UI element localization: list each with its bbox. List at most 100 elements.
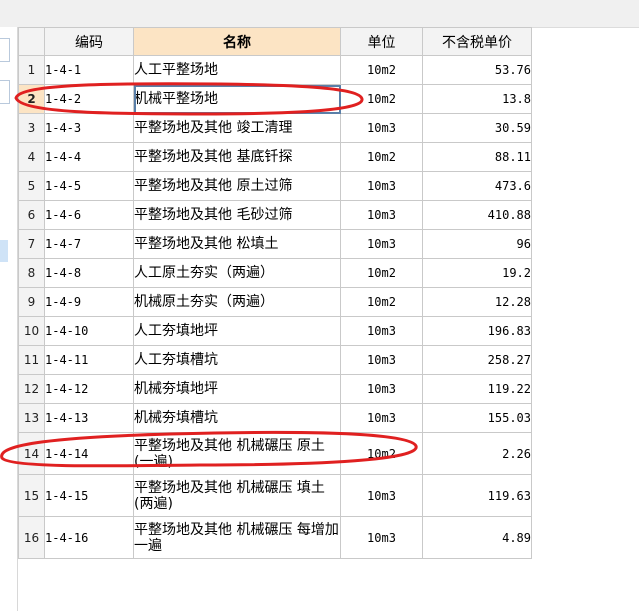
code-cell[interactable]: 1-4-10: [44, 316, 134, 346]
price-cell[interactable]: 473.6: [422, 171, 532, 201]
unit-cell[interactable]: 10m3: [340, 171, 423, 201]
name-cell[interactable]: 平整场地及其他 机械碾压 填土(两遍): [133, 474, 341, 517]
price-cell[interactable]: 96: [422, 229, 532, 259]
code-cell[interactable]: 1-4-12: [44, 374, 134, 404]
name-cell[interactable]: 机械夯填槽坑: [133, 403, 341, 433]
row-number: 16: [18, 516, 45, 559]
table-row[interactable]: 16 1-4-16 平整场地及其他 机械碾压 每增加一遍 10m3 4.89: [18, 516, 532, 559]
name-cell-active[interactable]: 机械平整场地: [133, 84, 341, 114]
name-cell[interactable]: 平整场地及其他 机械碾压 原土(一遍): [133, 432, 341, 475]
name-cell[interactable]: 平整场地及其他 松填土: [133, 229, 341, 259]
code-cell[interactable]: 1-4-9: [44, 287, 134, 317]
row-number: 9: [18, 287, 45, 317]
unit-cell[interactable]: 10m2: [340, 432, 423, 475]
code-cell[interactable]: 1-4-8: [44, 258, 134, 288]
unit-cell[interactable]: 10m2: [340, 287, 423, 317]
name-column-header[interactable]: 名称: [133, 27, 341, 56]
name-cell[interactable]: 机械原土夯实（两遍）: [133, 287, 341, 317]
table-row[interactable]: 8 1-4-8 人工原土夯实（两遍） 10m2 19.2: [18, 258, 532, 288]
table-row[interactable]: 14 1-4-14 平整场地及其他 机械碾压 原土(一遍) 10m2 2.26: [18, 432, 532, 475]
header-row: 编码 名称 单位 不含税单价: [18, 27, 532, 56]
table-row[interactable]: 11 1-4-11 人工夯填槽坑 10m3 258.27: [18, 345, 532, 375]
price-cell[interactable]: 13.8: [422, 84, 532, 114]
price-cell[interactable]: 258.27: [422, 345, 532, 375]
unit-column-header[interactable]: 单位: [340, 27, 423, 56]
table-row-selected[interactable]: 2 1-4-2 机械平整场地 10m2 13.8: [18, 84, 532, 114]
unit-cell[interactable]: 10m3: [340, 403, 423, 433]
price-cell[interactable]: 19.2: [422, 258, 532, 288]
unit-cell[interactable]: 10m3: [340, 229, 423, 259]
price-column-header[interactable]: 不含税单价: [422, 27, 532, 56]
code-cell[interactable]: 1-4-1: [44, 55, 134, 85]
unit-cell[interactable]: 10m2: [340, 258, 423, 288]
unit-cell[interactable]: 10m3: [340, 345, 423, 375]
table-row[interactable]: 12 1-4-12 机械夯填地坪 10m3 119.22: [18, 374, 532, 404]
table-row[interactable]: 6 1-4-6 平整场地及其他 毛砂过筛 10m3 410.88: [18, 200, 532, 230]
left-panel-field[interactable]: [0, 80, 10, 104]
table-row[interactable]: 15 1-4-15 平整场地及其他 机械碾压 填土(两遍) 10m3 119.6…: [18, 474, 532, 517]
price-cell[interactable]: 410.88: [422, 200, 532, 230]
table-row[interactable]: 10 1-4-10 人工夯填地坪 10m3 196.83: [18, 316, 532, 346]
unit-cell[interactable]: 10m2: [340, 142, 423, 172]
price-cell[interactable]: 30.59: [422, 113, 532, 143]
code-cell[interactable]: 1-4-11: [44, 345, 134, 375]
table-row[interactable]: 5 1-4-5 平整场地及其他 原土过筛 10m3 473.6: [18, 171, 532, 201]
name-cell[interactable]: 平整场地及其他 毛砂过筛: [133, 200, 341, 230]
name-cell[interactable]: 人工原土夯实（两遍）: [133, 258, 341, 288]
price-cell[interactable]: 119.63: [422, 474, 532, 517]
code-cell[interactable]: 1-4-14: [44, 432, 134, 475]
row-number: 3: [18, 113, 45, 143]
table-row[interactable]: 7 1-4-7 平整场地及其他 松填土 10m3 96: [18, 229, 532, 259]
quota-table: 编码 名称 单位 不含税单价 1 1-4-1 人工平整场地 10m2 53.76…: [18, 27, 532, 559]
code-cell[interactable]: 1-4-7: [44, 229, 134, 259]
table-row[interactable]: 13 1-4-13 机械夯填槽坑 10m3 155.03: [18, 403, 532, 433]
price-cell[interactable]: 2.26: [422, 432, 532, 475]
price-cell[interactable]: 155.03: [422, 403, 532, 433]
code-cell[interactable]: 1-4-3: [44, 113, 134, 143]
name-cell[interactable]: 平整场地及其他 竣工清理: [133, 113, 341, 143]
code-cell[interactable]: 1-4-16: [44, 516, 134, 559]
row-number: 13: [18, 403, 45, 433]
unit-cell[interactable]: 10m2: [340, 55, 423, 85]
row-number: 8: [18, 258, 45, 288]
row-number: 14: [18, 432, 45, 475]
name-cell[interactable]: 平整场地及其他 原土过筛: [133, 171, 341, 201]
row-number: 2: [18, 84, 45, 114]
code-cell[interactable]: 1-4-15: [44, 474, 134, 517]
table-row[interactable]: 1 1-4-1 人工平整场地 10m2 53.76: [18, 55, 532, 85]
name-cell[interactable]: 平整场地及其他 基底钎探: [133, 142, 341, 172]
row-number: 5: [18, 171, 45, 201]
price-cell[interactable]: 12.28: [422, 287, 532, 317]
name-cell[interactable]: 机械夯填地坪: [133, 374, 341, 404]
unit-cell[interactable]: 10m3: [340, 200, 423, 230]
price-cell[interactable]: 53.76: [422, 55, 532, 85]
table-row[interactable]: 3 1-4-3 平整场地及其他 竣工清理 10m3 30.59: [18, 113, 532, 143]
left-panel-edge: [0, 27, 18, 611]
code-cell[interactable]: 1-4-2: [44, 84, 134, 114]
unit-cell[interactable]: 10m3: [340, 516, 423, 559]
code-cell[interactable]: 1-4-13: [44, 403, 134, 433]
code-column-header[interactable]: 编码: [44, 27, 134, 56]
top-toolbar: [0, 0, 639, 28]
row-number: 4: [18, 142, 45, 172]
name-cell[interactable]: 平整场地及其他 机械碾压 每增加一遍: [133, 516, 341, 559]
table-row[interactable]: 4 1-4-4 平整场地及其他 基底钎探 10m2 88.11: [18, 142, 532, 172]
row-number: 12: [18, 374, 45, 404]
price-cell[interactable]: 88.11: [422, 142, 532, 172]
code-cell[interactable]: 1-4-5: [44, 171, 134, 201]
name-cell[interactable]: 人工夯填地坪: [133, 316, 341, 346]
price-cell[interactable]: 196.83: [422, 316, 532, 346]
left-panel-button[interactable]: [0, 38, 10, 62]
table-row[interactable]: 9 1-4-9 机械原土夯实（两遍） 10m2 12.28: [18, 287, 532, 317]
name-cell[interactable]: 人工平整场地: [133, 55, 341, 85]
unit-cell[interactable]: 10m3: [340, 374, 423, 404]
price-cell[interactable]: 4.89: [422, 516, 532, 559]
code-cell[interactable]: 1-4-6: [44, 200, 134, 230]
name-cell[interactable]: 人工夯填槽坑: [133, 345, 341, 375]
price-cell[interactable]: 119.22: [422, 374, 532, 404]
unit-cell[interactable]: 10m3: [340, 316, 423, 346]
code-cell[interactable]: 1-4-4: [44, 142, 134, 172]
unit-cell[interactable]: 10m2: [340, 84, 423, 114]
unit-cell[interactable]: 10m3: [340, 113, 423, 143]
unit-cell[interactable]: 10m3: [340, 474, 423, 517]
